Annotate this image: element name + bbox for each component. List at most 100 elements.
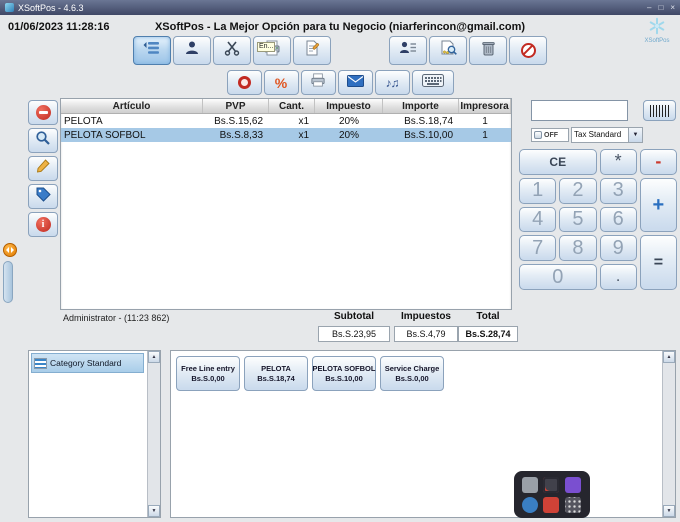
delete-button[interactable] <box>469 36 507 65</box>
maximize-button[interactable]: □ <box>658 3 663 12</box>
line-actions-toolbar: i <box>28 100 58 237</box>
customer-list-button[interactable] <box>389 36 427 65</box>
column-header-impuesto[interactable]: Impuesto <box>315 99 383 113</box>
cell-impuesto: 20% <box>338 129 359 141</box>
cell-pvp: Bs.S.15,62 <box>214 115 263 127</box>
key-6[interactable]: 6 <box>599 206 637 233</box>
secondary-toolbar: % ♪♫ <box>0 70 680 95</box>
key-4[interactable]: 4 <box>519 206 557 233</box>
tag-button[interactable] <box>28 184 58 209</box>
total-value: Bs.S.28,74 <box>458 326 518 342</box>
product-name: PELOTA <box>261 363 291 373</box>
titlebar: XSoftPos - 4.6.3 – □ × <box>0 0 680 15</box>
cut-button[interactable] <box>213 36 251 65</box>
quick-item-service-charge[interactable]: Service Charge Bs.S.0,00 <box>380 356 444 391</box>
category-item-standard[interactable]: Category Standard <box>31 353 144 373</box>
column-header-articulo[interactable]: Artículo <box>61 99 203 113</box>
discount-button[interactable]: % <box>263 70 299 95</box>
keyboard-button[interactable] <box>411 70 454 95</box>
app-icon <box>5 3 14 12</box>
chevron-down-icon: ▼ <box>628 128 642 142</box>
total-label: Total <box>476 311 500 322</box>
product-price: Bs.S.18,74 <box>257 373 295 383</box>
key-plus[interactable]: + <box>639 177 677 233</box>
tray-app-icon[interactable] <box>543 477 560 493</box>
barcode-icon <box>649 104 670 117</box>
table-row-selected[interactable]: PELOTA SOFBOL Bs.S.8,33 x1 20% Bs.S.10,0… <box>61 128 511 142</box>
categories-scrollbar[interactable]: ▲ ▼ <box>147 351 160 517</box>
key-8[interactable]: 8 <box>559 235 597 262</box>
column-header-impresora[interactable]: Impresora <box>459 99 511 113</box>
product-price: Bs.S.0,00 <box>191 373 225 383</box>
panel-collapse-button[interactable] <box>3 243 17 257</box>
table-row[interactable]: PELOTA Bs.S.15,62 x1 20% Bs.S.18,74 1 <box>61 114 511 128</box>
quick-item-free-line[interactable]: Free Line entry Bs.S.0,00 <box>176 356 240 391</box>
info-button[interactable]: i <box>28 212 58 237</box>
pencil-icon <box>35 158 51 179</box>
tray-app-icon[interactable] <box>522 477 538 493</box>
orders-button[interactable] <box>133 36 171 65</box>
tax-dropdown[interactable]: Tax Standard ▼ <box>571 127 643 143</box>
key-equals[interactable]: = <box>639 235 677 290</box>
key-3[interactable]: 3 <box>599 177 637 204</box>
quick-item-pelota-sofbol[interactable]: PELOTA SOFBOL Bs.S.10,00 <box>312 356 376 391</box>
snowflake-logo-icon <box>649 17 665 35</box>
keyboard-icon <box>421 73 444 92</box>
envelope-icon <box>346 74 364 92</box>
category-label: Category Standard <box>50 358 122 368</box>
email-button[interactable] <box>337 70 373 95</box>
system-tray-popup <box>514 471 590 518</box>
xsoftpos-window: XSoftPos - 4.6.3 – □ × 01/06/2023 11:28:… <box>0 0 680 522</box>
impuestos-label: Impuestos <box>400 311 451 322</box>
print-ticket-button[interactable] <box>300 70 336 95</box>
tray-app-icon[interactable] <box>543 497 560 513</box>
search-invoice-button[interactable] <box>429 36 467 65</box>
key-5[interactable]: 5 <box>559 206 597 233</box>
customer-icon <box>184 40 200 61</box>
edit-line-button[interactable] <box>28 156 58 181</box>
scroll-down-icon[interactable]: ▼ <box>663 505 675 517</box>
close-button[interactable]: × <box>670 3 675 12</box>
customer-list-icon <box>399 40 417 61</box>
key-clear[interactable]: CE <box>519 149 597 175</box>
cancel-button[interactable] <box>509 36 547 65</box>
key-dot[interactable]: . <box>599 264 637 290</box>
barcode-button[interactable] <box>643 100 676 121</box>
product-price: Bs.S.0,00 <box>395 373 429 383</box>
key-7[interactable]: 7 <box>519 235 557 262</box>
scan-input[interactable] <box>531 100 628 121</box>
tray-app-icon[interactable] <box>564 497 581 513</box>
key-1[interactable]: 1 <box>519 177 557 204</box>
key-2[interactable]: 2 <box>559 177 597 204</box>
print-button[interactable]: En... <box>253 36 291 65</box>
key-multiply[interactable]: * <box>599 149 637 175</box>
music-notes-icon: ♪♫ <box>385 75 400 90</box>
tray-app-icon[interactable] <box>522 497 538 513</box>
subtotal-label: Subtotal <box>334 311 374 322</box>
column-header-cant[interactable]: Cant. <box>269 99 315 113</box>
order-list-icon <box>143 40 161 61</box>
tray-app-icon[interactable] <box>564 477 581 493</box>
quick-item-pelota[interactable]: PELOTA Bs.S.18,74 <box>244 356 308 391</box>
customer-button[interactable] <box>173 36 211 65</box>
side-panel-handle[interactable] <box>3 261 13 303</box>
key-minus[interactable]: - <box>639 149 677 175</box>
key-0[interactable]: 0 <box>519 264 597 290</box>
percent-icon: % <box>274 74 288 91</box>
column-header-importe[interactable]: Importe <box>383 99 459 113</box>
column-header-pvp[interactable]: PVP <box>203 99 269 113</box>
minimize-button[interactable]: – <box>647 3 651 12</box>
key-9[interactable]: 9 <box>599 235 637 262</box>
scroll-up-icon[interactable]: ▲ <box>663 351 675 363</box>
sound-button[interactable]: ♪♫ <box>374 70 410 95</box>
scroll-up-icon[interactable]: ▲ <box>148 351 160 363</box>
products-scrollbar[interactable]: ▲ ▼ <box>662 351 675 517</box>
remove-line-button[interactable] <box>28 100 58 125</box>
scroll-down-icon[interactable]: ▼ <box>148 505 160 517</box>
document-button[interactable] <box>293 36 331 65</box>
record-button[interactable] <box>226 70 262 95</box>
product-name: Service Charge <box>384 363 440 373</box>
tax-toggle[interactable]: OFF <box>531 128 569 142</box>
search-article-button[interactable] <box>28 128 58 153</box>
